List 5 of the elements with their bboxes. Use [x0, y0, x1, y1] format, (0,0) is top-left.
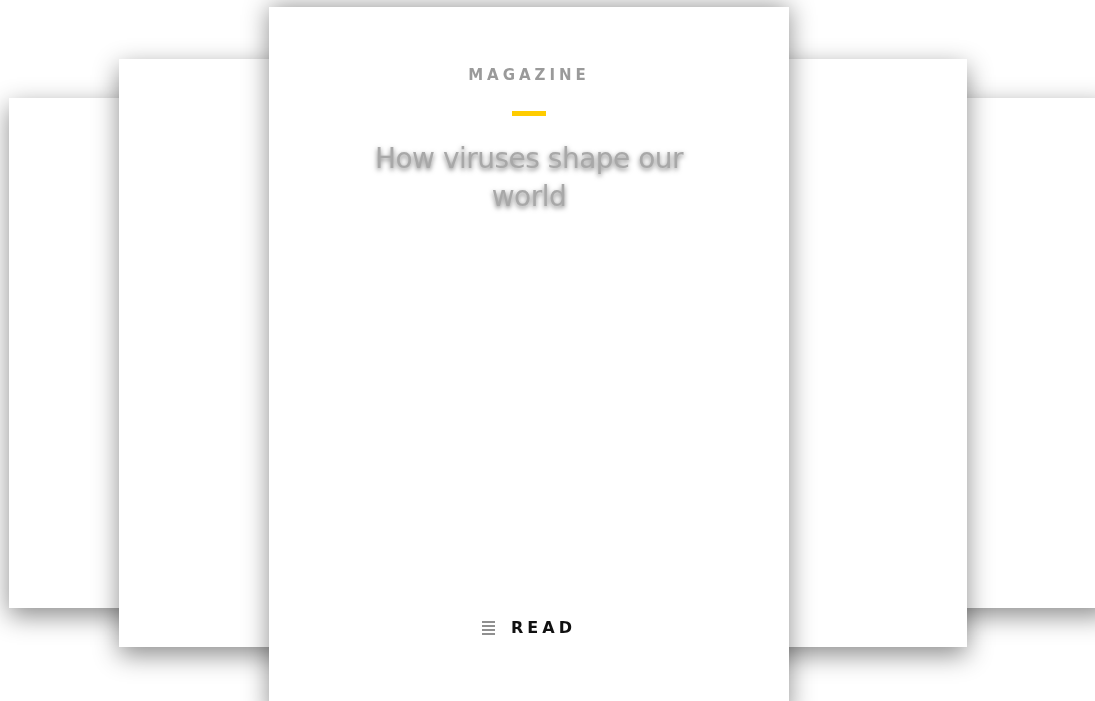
card-title: How viruses shape our world: [373, 141, 685, 215]
read-link[interactable]: READ: [482, 618, 576, 637]
section-label: MAGAZINE: [468, 66, 590, 84]
accent-bar: [512, 111, 546, 116]
text-lines-icon: [482, 620, 496, 635]
